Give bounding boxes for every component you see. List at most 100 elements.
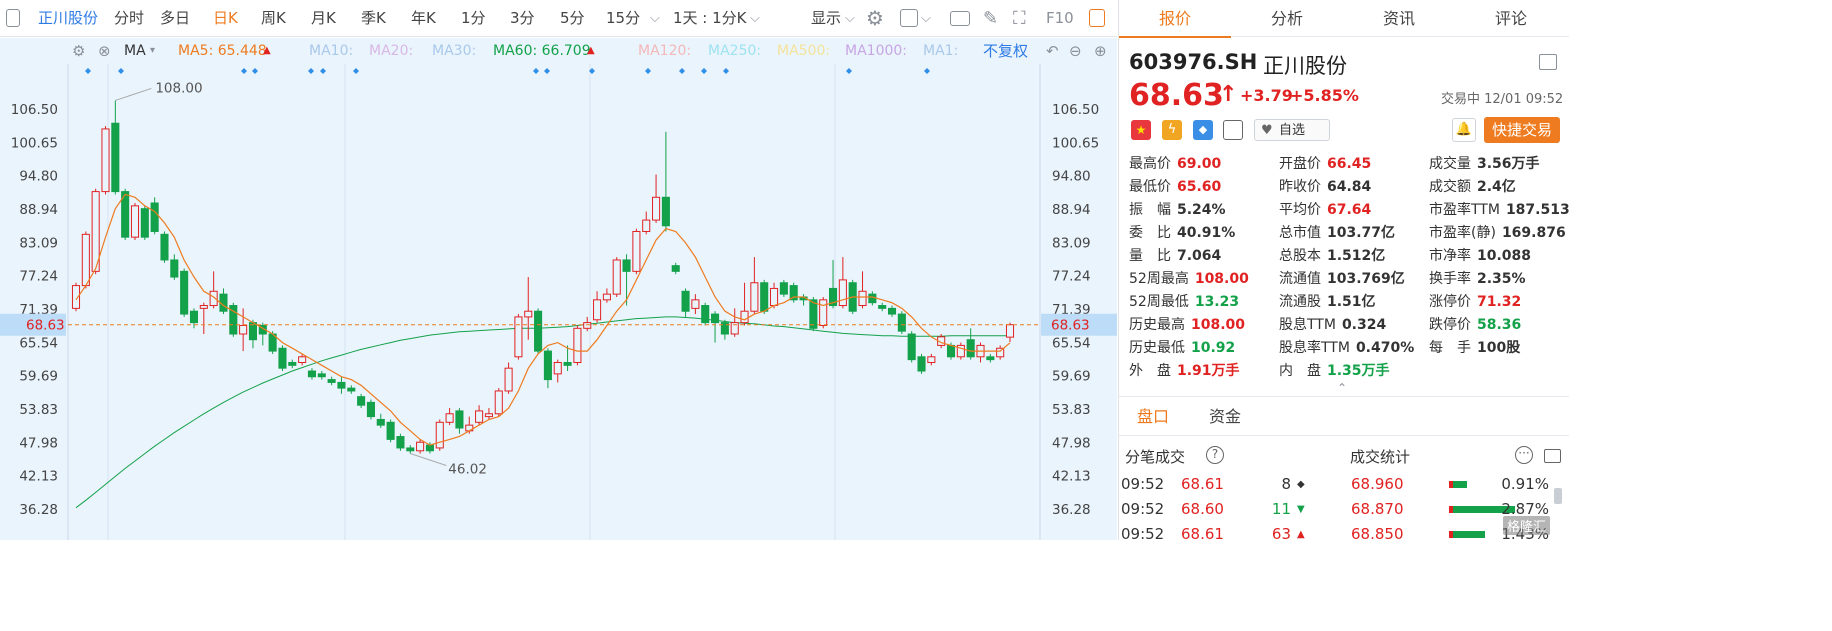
tab-3min[interactable]: 3分 [510, 0, 535, 37]
tab-analysis[interactable]: 分析 [1231, 0, 1343, 37]
tab-capital-flow[interactable]: 资金 [1209, 397, 1241, 437]
camera-icon[interactable] [950, 11, 970, 26]
stat-0-1: 开盘价 66.45 [1279, 153, 1371, 175]
adjust-mode-button[interactable]: 不复权 [983, 38, 1028, 64]
stat-value: 103.769亿 [1327, 271, 1405, 287]
sidebar-toggle-icon[interactable] [6, 9, 20, 27]
candle-body [337, 381, 346, 389]
stat-label: 成交额 [1429, 179, 1471, 195]
tab-5min[interactable]: 5分 [560, 0, 585, 37]
stock-name-tab[interactable]: 正川股份 [38, 0, 98, 37]
stat-value: 1.35万手 [1327, 363, 1390, 379]
tag-icon[interactable]: ◆ [1193, 120, 1213, 140]
layout-chevron-down-icon[interactable]: ⌵ [921, 0, 931, 37]
candle-body [307, 370, 316, 378]
tick-row: 09:52 68.60 11 ▼ 68.870 2.87% [1119, 497, 1569, 522]
draw-pencil-icon[interactable]: ✎ [983, 0, 998, 37]
candle-body [779, 282, 788, 295]
y-tick-label-left: 94.80 [19, 169, 58, 185]
more-periods-chevron-icon[interactable]: ⌵ [650, 0, 660, 37]
y-tick-label-left: 88.94 [19, 202, 58, 218]
range-chevron-down-icon[interactable]: ⌵ [750, 0, 760, 37]
f10-button[interactable]: F10 [1046, 0, 1074, 37]
notes-icon[interactable] [1223, 120, 1243, 140]
stat-4-2: 市净率 10.088 [1429, 245, 1531, 267]
stat-value: 3.56万手 [1477, 156, 1540, 172]
tab-quarterly-k[interactable]: 季K [361, 0, 386, 37]
stat-value: 10.92 [1191, 340, 1236, 356]
candle-body [199, 305, 208, 309]
layout-square-icon[interactable] [900, 9, 918, 27]
ma1-label: MA1: [923, 43, 959, 59]
more-options-icon[interactable]: ··· [1515, 446, 1533, 464]
stat-value: 64.84 [1327, 179, 1372, 195]
ma250-label: MA250: [708, 43, 762, 59]
y-tick-label-left: 53.83 [19, 402, 58, 418]
undo-icon[interactable]: ↶ [1046, 38, 1059, 64]
ma-close-icon[interactable]: ⊗ [98, 38, 111, 64]
stat-label: 流通值 [1279, 271, 1321, 287]
stat-value: 13.23 [1194, 294, 1240, 310]
kline-svg[interactable]: 106.50 106.50 100.65 100.65 94.80 94.80 88.94 8… [0, 38, 1117, 540]
scrollbar[interactable] [1554, 488, 1562, 504]
tab-15min[interactable]: 15分 [606, 0, 640, 37]
quick-trade-button[interactable]: 快捷交易 [1484, 117, 1560, 143]
panel-toggle-icon[interactable] [1089, 9, 1105, 27]
stat-4-0: 量 比 7.064 [1129, 245, 1221, 267]
tick-volume: 11 [1271, 500, 1291, 518]
tab-news[interactable]: 资讯 [1343, 0, 1455, 37]
list-view-icon[interactable] [1544, 449, 1561, 463]
kline-chart[interactable]: 106.50 106.50 100.65 100.65 94.80 94.80 88.94 8… [0, 38, 1117, 540]
tab-monthly-k[interactable]: 月K [311, 0, 336, 37]
candle-body [868, 293, 877, 304]
zoom-in-icon[interactable]: ⊕ [1094, 38, 1107, 64]
candle-body [484, 413, 493, 418]
panel-layout-icon[interactable] [1539, 54, 1557, 70]
stat-value: 7.064 [1177, 248, 1222, 264]
tick-price: 68.61 [1181, 525, 1224, 543]
y-tick-label-left: 47.98 [19, 435, 58, 451]
tab-quote[interactable]: 报价 [1119, 0, 1231, 38]
range-selector[interactable]: 1天 : 1分K [673, 0, 747, 37]
candle-body [494, 390, 503, 415]
tab-comments[interactable]: 评论 [1455, 0, 1567, 37]
tab-1min[interactable]: 1分 [461, 0, 486, 37]
candle-body [504, 367, 513, 392]
stat-label: 量 比 [1129, 248, 1171, 264]
tab-yearly-k[interactable]: 年K [411, 0, 436, 37]
candle-body [347, 387, 356, 392]
collapse-chevron-up-icon[interactable]: ⌃ [1337, 381, 1347, 395]
ma-label[interactable]: MA [124, 38, 146, 64]
candle-body [858, 290, 867, 307]
lightning-icon[interactable]: ϟ [1162, 120, 1182, 140]
fullscreen-icon[interactable]: ⛶ [1013, 0, 1026, 37]
tab-weekly-k[interactable]: 周K [261, 0, 286, 37]
tab-multi-day[interactable]: 多日 [160, 0, 190, 37]
event-marker-icon [723, 68, 729, 74]
help-icon[interactable]: ? [1206, 446, 1224, 464]
ma-settings-gear-icon[interactable]: ⚙ [72, 38, 85, 64]
zoom-out-icon[interactable]: ⊖ [1069, 38, 1082, 64]
display-chevron-down-icon[interactable]: ⌵ [845, 0, 855, 37]
tab-daily-k[interactable]: 日K [213, 0, 238, 37]
settings-gear-icon[interactable]: ⚙ [866, 0, 884, 37]
tick-price: 68.60 [1181, 500, 1224, 518]
display-menu[interactable]: 显示 [811, 0, 841, 37]
candle-body [927, 356, 936, 363]
watchlist-button[interactable]: ♥ 自选 [1254, 119, 1330, 141]
stat-label: 历史最低 [1129, 340, 1185, 356]
alert-bell-icon[interactable]: 🔔 [1452, 118, 1476, 142]
candle-body [327, 379, 336, 383]
candle-body [760, 282, 769, 312]
trading-status-time: 交易中 12/01 09:52 [1441, 92, 1564, 107]
candle-body [966, 339, 975, 358]
candle-body [317, 373, 326, 378]
candle-body [130, 205, 140, 238]
ma-chevron-icon[interactable]: ▾ [150, 38, 155, 64]
event-marker-icon [353, 68, 359, 74]
china-flag-icon[interactable]: ★ [1131, 120, 1151, 140]
candle-body [622, 259, 631, 272]
tab-orderbook[interactable]: 盘口 [1137, 397, 1169, 437]
tab-intraday[interactable]: 分时 [114, 0, 144, 37]
stat-label: 最低价 [1129, 179, 1171, 195]
